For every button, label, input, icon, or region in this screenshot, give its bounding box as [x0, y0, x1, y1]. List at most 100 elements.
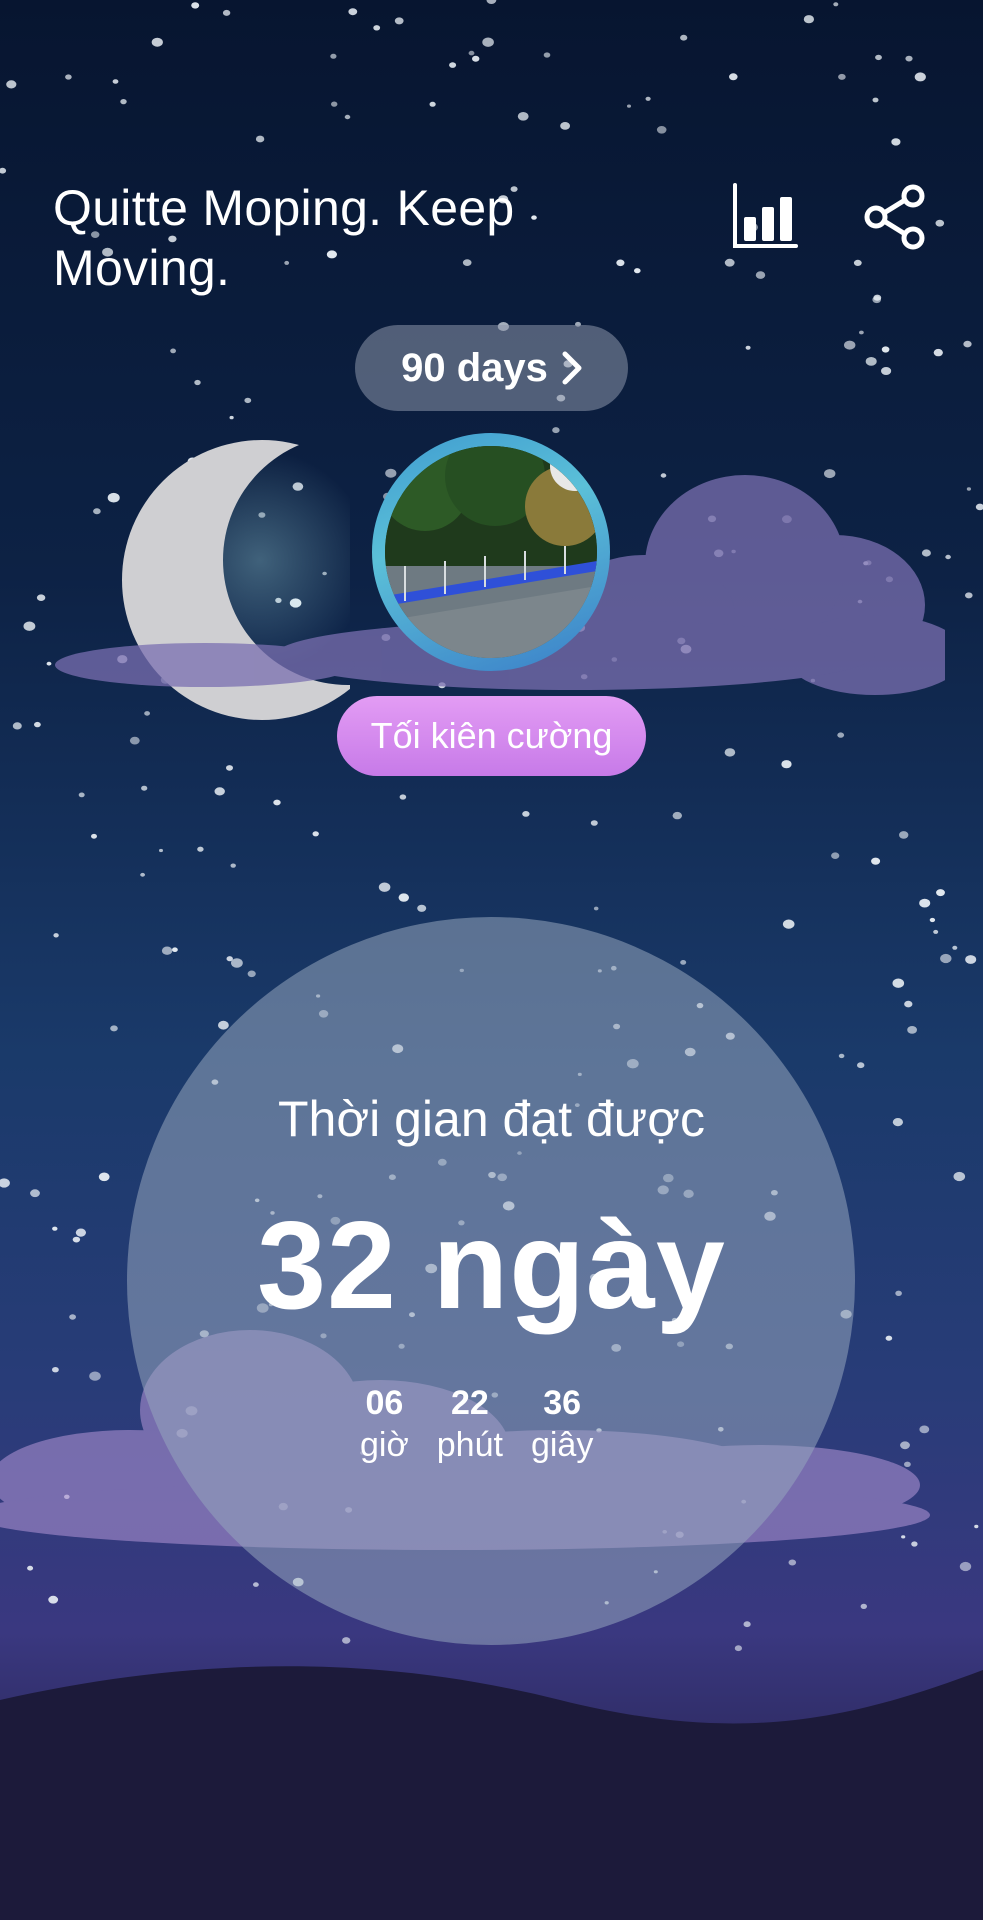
star-dot: [344, 114, 351, 120]
star-dot: [110, 1025, 118, 1032]
star-dot: [486, 0, 497, 4]
bar-chart-icon: [733, 183, 798, 248]
star-dot: [838, 1053, 845, 1059]
stats-button[interactable]: [726, 178, 804, 256]
timer-minutes-unit: phút: [436, 1426, 503, 1464]
timer-days: 32 ngày: [257, 1197, 726, 1335]
star-dot: [398, 893, 409, 902]
star-dot: [226, 956, 233, 962]
star-dot: [899, 831, 909, 839]
star-dot: [129, 736, 140, 745]
star-dot: [593, 906, 599, 911]
star-dot: [872, 296, 881, 304]
star-dot: [590, 820, 598, 826]
star-dot: [472, 55, 480, 62]
star-dot: [844, 340, 856, 350]
star-dot: [197, 846, 204, 852]
star-dot: [226, 765, 233, 771]
star-dot: [0, 167, 7, 174]
star-dot: [560, 122, 570, 130]
star-dot: [0, 1178, 10, 1188]
star-dot: [543, 52, 551, 58]
star-dot: [872, 97, 879, 103]
star-dot: [905, 55, 913, 62]
share-icon: [864, 184, 925, 250]
star-dot: [965, 592, 973, 599]
star-dot: [46, 661, 52, 666]
rank-badge[interactable]: Tối kiên cường: [337, 696, 646, 776]
star-dot: [940, 953, 952, 964]
star-dot: [23, 621, 36, 631]
star-dot: [952, 945, 958, 950]
star-dot: [634, 268, 641, 274]
avatar-image: [385, 446, 597, 658]
star-dot: [881, 367, 892, 375]
star-dot: [482, 37, 494, 47]
star-dot: [881, 346, 890, 353]
star-dot: [468, 50, 475, 56]
star-dot: [724, 748, 736, 757]
star-dot: [933, 929, 939, 934]
star-dot: [873, 294, 882, 301]
star-dot: [214, 787, 225, 796]
star-dot: [6, 80, 17, 89]
star-dot: [244, 397, 252, 404]
star-dot: [860, 1603, 867, 1609]
star-dot: [331, 101, 338, 107]
timer-minutes-value: 22: [450, 1384, 489, 1422]
star-dot: [743, 1621, 751, 1628]
star-dot: [378, 882, 391, 892]
star-dot: [965, 955, 977, 964]
star-dot: [78, 792, 85, 798]
star-dot: [255, 135, 265, 143]
star-dot: [222, 9, 231, 16]
star-dot: [724, 258, 735, 267]
star-dot: [833, 2, 839, 7]
star-dot: [194, 379, 201, 386]
star-dot: [342, 1637, 351, 1644]
star-dot: [734, 1645, 743, 1652]
star-dot: [170, 348, 177, 354]
star-dot: [831, 852, 840, 859]
star-dot: [875, 54, 882, 61]
star-dot: [933, 348, 943, 357]
timer-seconds-unit: giây: [530, 1426, 594, 1464]
star-dot: [399, 794, 407, 800]
timer-breakdown: 06 giờ 22 phút 36 giây: [360, 1383, 593, 1467]
star-dot: [373, 25, 381, 31]
star-dot: [627, 104, 631, 108]
star-dot: [803, 15, 815, 24]
timer-hours-value: 06: [365, 1384, 404, 1422]
goal-days-button[interactable]: 90 days: [355, 325, 628, 411]
star-dot: [953, 1171, 966, 1182]
star-dot: [755, 271, 766, 279]
timer-minutes: 22 phút: [437, 1383, 503, 1467]
star-dot: [645, 96, 651, 101]
star-dot: [312, 831, 319, 837]
star-dot: [935, 219, 945, 227]
star-dot: [36, 594, 46, 601]
app-title: Quitte Moping. Keep Moving.: [53, 180, 515, 296]
star-dot: [517, 112, 529, 121]
star-dot: [120, 99, 127, 105]
goal-days-label: 90 days: [401, 345, 548, 390]
star-dot: [838, 73, 846, 80]
star-dot: [616, 259, 625, 267]
star-dot: [140, 872, 146, 877]
star-dot: [975, 503, 983, 511]
star-dot: [91, 833, 97, 839]
star-dot: [859, 330, 864, 335]
star-dot: [151, 37, 163, 47]
star-dot: [273, 799, 281, 806]
star-dot: [348, 8, 358, 16]
star-dot: [672, 811, 682, 820]
star-dot: [680, 34, 688, 41]
share-button[interactable]: [856, 178, 934, 256]
avatar[interactable]: [372, 433, 610, 671]
star-dot: [656, 126, 667, 134]
star-dot: [729, 73, 738, 81]
star-dot: [230, 863, 236, 868]
star-dot: [161, 946, 173, 955]
star-dot: [904, 1000, 913, 1008]
star-dot: [782, 919, 795, 929]
